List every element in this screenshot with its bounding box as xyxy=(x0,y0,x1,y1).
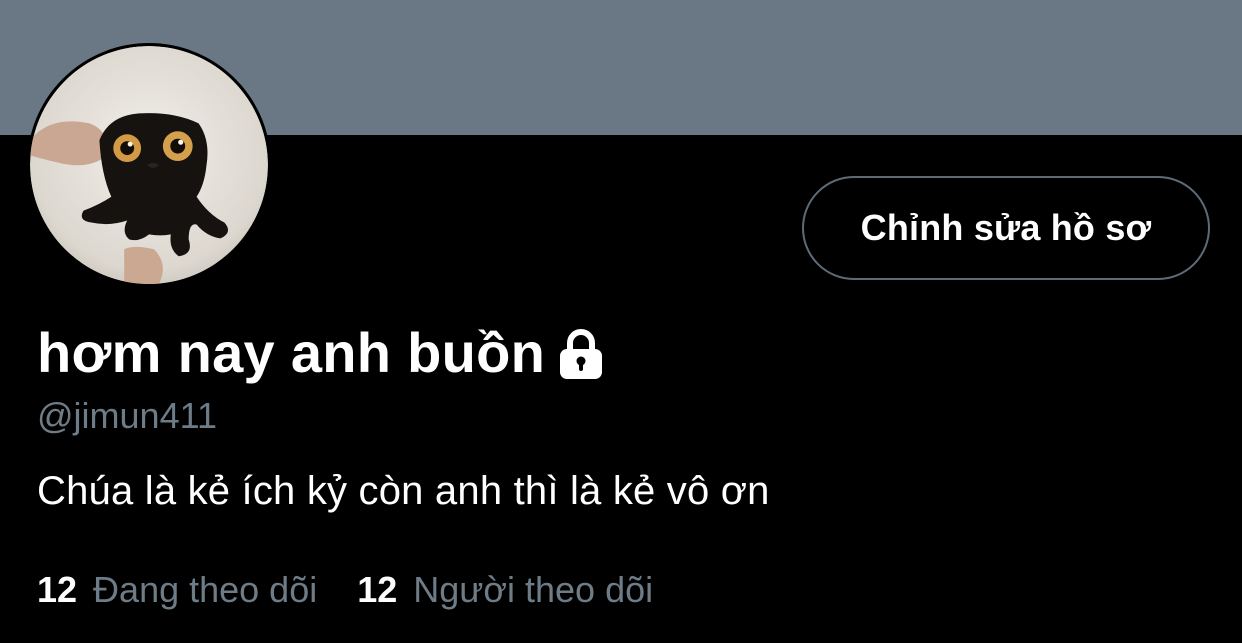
name-row: hơm nay anh buồn xyxy=(37,318,605,388)
followers-label: Người theo dõi xyxy=(413,569,654,610)
following-count: 12 xyxy=(37,569,78,610)
profile-avatar[interactable] xyxy=(27,43,271,287)
profile-bio: Chúa là kẻ ích kỷ còn anh thì là kẻ vô ơ… xyxy=(37,469,770,513)
lock-icon xyxy=(557,328,605,380)
profile-stats: 12 Đang theo dõi 12 Người theo dõi xyxy=(37,566,653,614)
followers-count: 12 xyxy=(357,569,398,610)
profile-page: Chỉnh sửa hồ sơ hơm nay anh buồn @jimun4… xyxy=(0,0,1242,643)
following-stat[interactable]: 12 Đang theo dõi xyxy=(37,566,317,614)
display-name: hơm nay anh buồn xyxy=(37,321,546,384)
edit-profile-button[interactable]: Chỉnh sửa hồ sơ xyxy=(802,176,1210,280)
following-label: Đang theo dõi xyxy=(93,569,318,610)
profile-handle: @jimun411 xyxy=(37,395,217,436)
avatar-image xyxy=(30,46,268,284)
followers-stat[interactable]: 12 Người theo dõi xyxy=(357,566,653,614)
